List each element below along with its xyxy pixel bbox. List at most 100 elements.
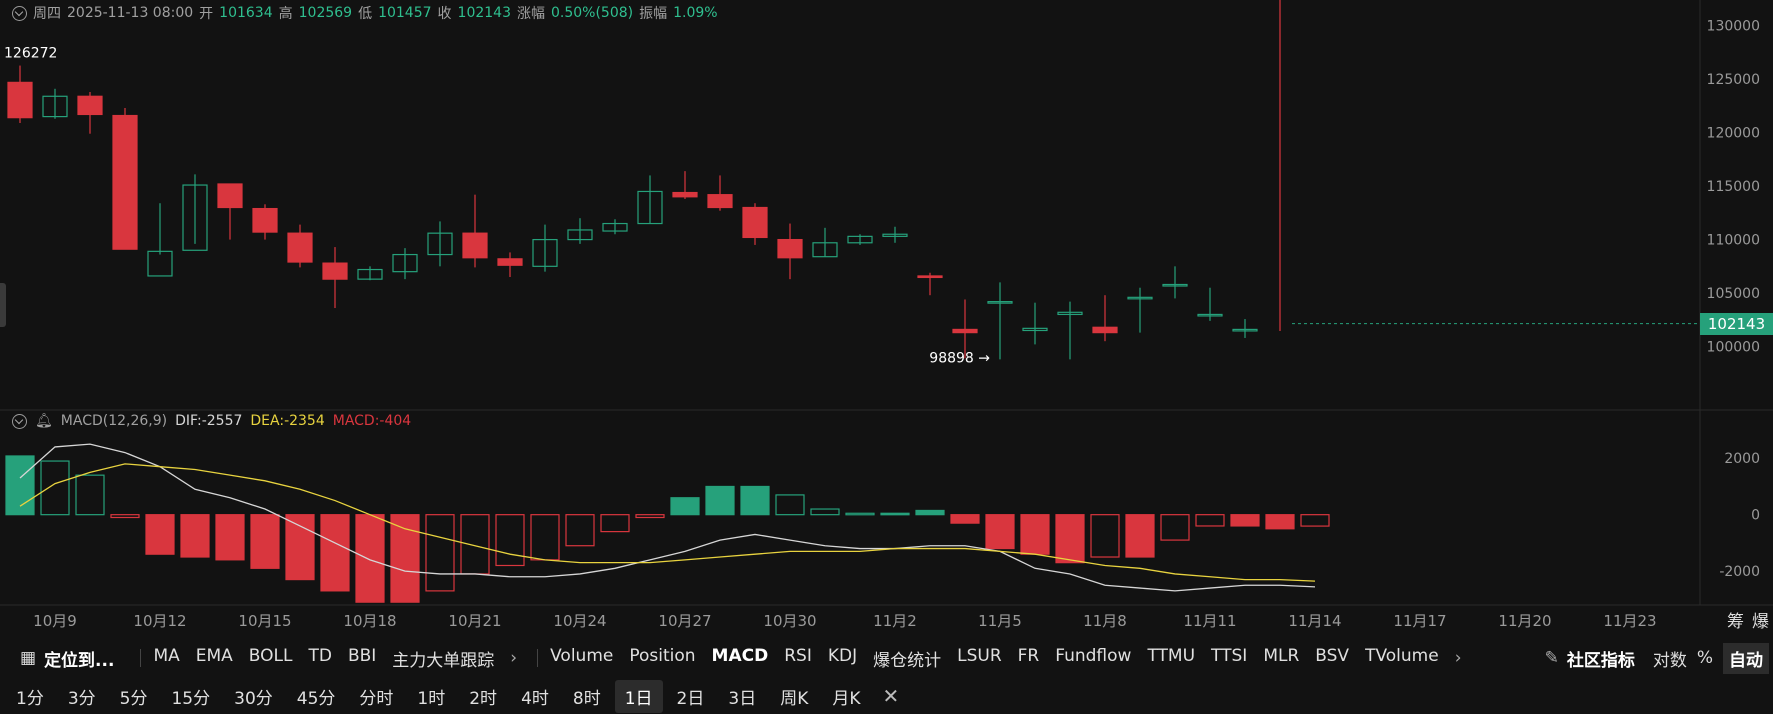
sub-indicator-button[interactable]: Fundflow: [1055, 646, 1131, 671]
calendar-icon[interactable]: ▦: [20, 648, 36, 668]
macd-histogram-bar: [390, 514, 420, 603]
price-tick-label: 110000: [1707, 233, 1760, 249]
time-tick-label: 11月2: [873, 612, 917, 630]
macd-histogram-bar: [670, 497, 700, 516]
high-annotation: 126272: [4, 46, 57, 62]
low-label: 低: [358, 6, 373, 22]
timeframe-button[interactable]: 30分: [224, 680, 283, 713]
time-tick-label: 10月9: [33, 612, 77, 630]
main-indicator-button[interactable]: BBI: [348, 646, 376, 671]
bell-icon[interactable]: 🔔︎: [35, 413, 53, 429]
sub-indicator-button[interactable]: MLR: [1263, 646, 1299, 671]
time-tick-label: 10月21: [448, 612, 501, 630]
macd-histogram-bar: [950, 514, 980, 524]
candle-body: [497, 258, 523, 266]
sub-indicator-button[interactable]: BSV: [1315, 646, 1349, 671]
chevron-right-icon[interactable]: ›: [1455, 648, 1462, 668]
candle-body: [672, 191, 698, 198]
time-tick-label: 11月23: [1603, 612, 1656, 630]
change-label: 涨幅: [516, 6, 545, 22]
main-indicator-button[interactable]: EMA: [196, 646, 233, 671]
candle-body: [252, 207, 278, 233]
amp-value: 1.09%: [673, 5, 718, 21]
macd-histogram-bar: [110, 514, 140, 519]
timeframe-button[interactable]: 1日: [614, 679, 663, 713]
sub-indicator-button[interactable]: TTSI: [1211, 646, 1247, 671]
main-indicator-button[interactable]: BOLL: [249, 646, 293, 671]
macd-histogram-bar: [145, 514, 175, 555]
main-indicator-button[interactable]: 主力大单跟踪: [392, 646, 494, 671]
sub-indicator-button[interactable]: LSUR: [957, 646, 1002, 671]
macd-histogram-bar: [1020, 514, 1050, 555]
timeframe-button[interactable]: 分时: [349, 680, 403, 713]
timeframe-button[interactable]: 2日: [667, 680, 715, 713]
macd-histogram-bar: [180, 514, 210, 558]
chip-distribution-button: 筹: [1727, 612, 1744, 632]
time-tick-label: 10月30: [763, 612, 816, 630]
candle-body: [1092, 326, 1118, 334]
chart-canvas[interactable]: 100000 105000 110000 115000 120000 125000 1300…: [0, 0, 1773, 640]
time-tick-label: 11月20: [1498, 612, 1551, 630]
auto-scale-button[interactable]: 自动: [1723, 642, 1769, 674]
sub-indicator-button[interactable]: KDJ: [828, 646, 857, 671]
sub-indicator-button[interactable]: RSI: [784, 646, 812, 671]
dif-line: [19, 443, 1316, 592]
low-annotation: 98898 →: [929, 350, 990, 366]
community-indicators-button[interactable]: 社区指标: [1567, 646, 1635, 671]
sub-indicator-button[interactable]: TVolume: [1365, 646, 1439, 671]
edit-icon[interactable]: ✎: [1545, 648, 1559, 668]
close-value: 102143: [457, 5, 511, 21]
divider: [140, 649, 142, 667]
sub-indicator-button[interactable]: Volume: [550, 646, 613, 671]
timeframe-button[interactable]: 1分: [6, 680, 54, 713]
macd-histogram-bar: [40, 460, 70, 516]
candle-body: [777, 238, 803, 259]
timeframe-button[interactable]: 2时: [459, 680, 507, 713]
timeframe-button[interactable]: 3日: [718, 680, 766, 713]
macd-histogram-bar: [1265, 514, 1295, 530]
macd-histogram-bar: [1300, 514, 1330, 527]
sub-indicator-button[interactable]: TTMU: [1147, 646, 1195, 671]
ohlc-info-row: 周四 2025-11-13 08:00 开 101634 高 102569 低 101…: [12, 3, 718, 23]
timeframe-button[interactable]: 8时: [563, 680, 611, 713]
main-indicator-button[interactable]: TD: [308, 646, 331, 671]
time-tick-label: 10月12: [133, 612, 186, 630]
timeframe-button[interactable]: 5分: [110, 680, 158, 713]
macd-histogram-bar: [915, 509, 945, 516]
sub-indicator-button[interactable]: MACD: [712, 646, 769, 671]
log-scale-button[interactable]: 对数: [1653, 646, 1687, 671]
sub-indicator-button[interactable]: FR: [1018, 646, 1040, 671]
macd-histogram-bar: [530, 514, 560, 561]
locate-button[interactable]: 定位到...: [44, 646, 114, 671]
dea-line: [19, 463, 1316, 582]
timeframe-button[interactable]: 周K: [770, 680, 818, 713]
open-label: 开: [199, 6, 214, 22]
liquidation-button: 爆: [1752, 612, 1769, 632]
collapse-macd-icon[interactable]: [12, 413, 27, 429]
candle-body: [462, 232, 488, 259]
macd-tick-label: 0: [1751, 508, 1760, 524]
price-tick-label: 130000: [1707, 19, 1760, 35]
timeframe-button[interactable]: 45分: [287, 680, 346, 713]
collapse-handle[interactable]: [0, 283, 6, 327]
sub-indicator-button[interactable]: 爆仓统计: [873, 646, 941, 671]
timeframe-button[interactable]: 月K: [822, 680, 870, 713]
macd-histogram-bar: [1160, 514, 1190, 541]
time-tick-label: 10月27: [658, 612, 711, 630]
timeframe-button[interactable]: 1时: [407, 680, 455, 713]
macd-histogram-bar: [75, 474, 105, 516]
chevron-right-icon[interactable]: ›: [510, 648, 517, 668]
sub-indicator-button[interactable]: Position: [629, 646, 695, 671]
collapse-info-icon[interactable]: [12, 5, 27, 21]
percent-scale-button[interactable]: %: [1697, 648, 1713, 668]
timeframe-bar: 1分 3分 5分 15分 30分 45分 分时 1时 2时 4时 8时 1日 2日 3日 周K 月K ✕: [0, 678, 1773, 714]
timeframe-button[interactable]: 3分: [58, 680, 106, 713]
macd-histogram-bar: [215, 514, 245, 561]
main-indicator-button[interactable]: MA: [153, 646, 179, 671]
price-tick-label: 115000: [1707, 179, 1760, 195]
time-tick-label: 10月15: [238, 612, 291, 630]
timeframe-button[interactable]: 15分: [161, 680, 220, 713]
macd-histogram-bar: [635, 514, 665, 519]
timeframe-button[interactable]: 4时: [511, 680, 559, 713]
close-icon[interactable]: ✕: [883, 684, 900, 708]
